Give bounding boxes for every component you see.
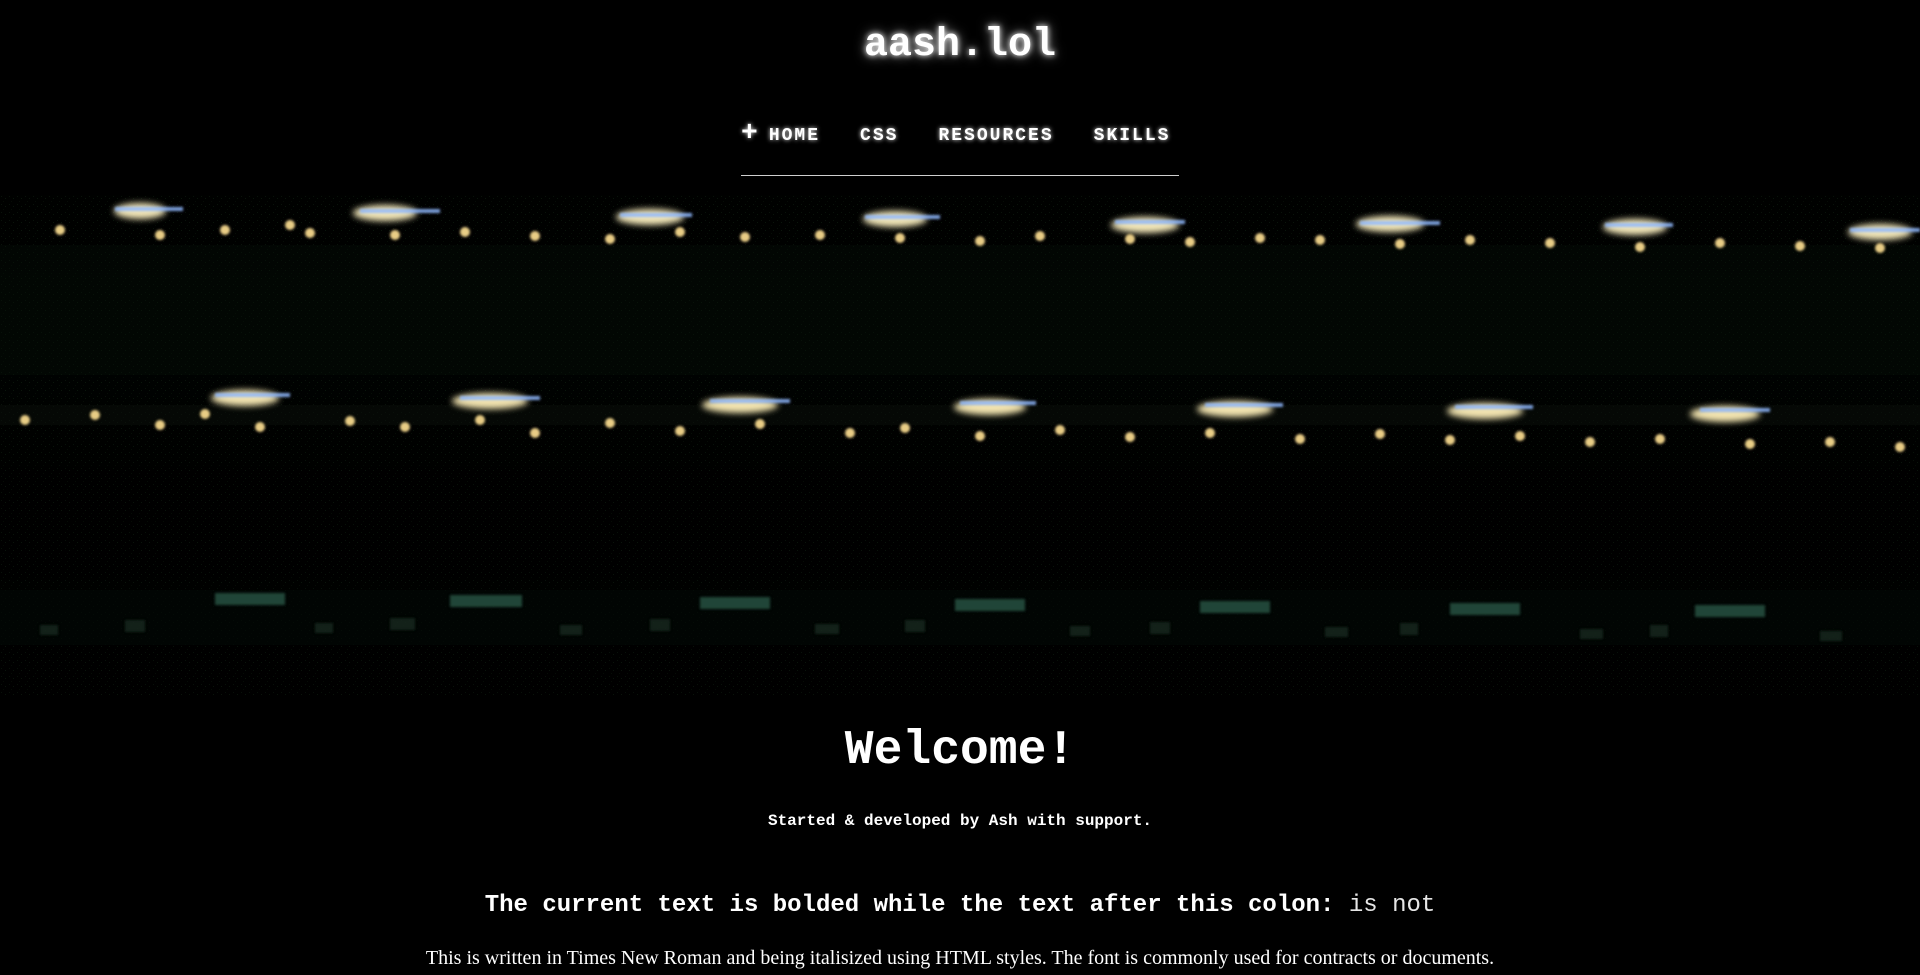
- navigation-divider: [741, 175, 1179, 176]
- city-lights-image: [0, 195, 1920, 695]
- nav-home-label: HOME: [768, 126, 821, 146]
- nav-css-link[interactable]: CSS: [860, 116, 898, 156]
- hero-image: [0, 195, 1920, 695]
- nav-resources-link[interactable]: RESOURCES: [938, 116, 1053, 156]
- nav-skills-link[interactable]: SKILLS: [1094, 116, 1171, 156]
- formatting-example: The current text is bolded while the tex…: [0, 889, 1920, 923]
- normal-example-text: is not: [1348, 892, 1436, 919]
- site-header: aash.lol + HOME CSS RESOURCES SKILLS: [0, 0, 1920, 190]
- welcome-heading: Welcome!: [844, 724, 1076, 778]
- site-title[interactable]: aash.lol: [0, 19, 1920, 73]
- navigation-links: + HOME CSS RESOURCES SKILLS: [741, 116, 1179, 156]
- welcome-content: Welcome! Started & developed by Ash with…: [0, 716, 1920, 975]
- webpage: aash.lol + HOME CSS RESOURCES SKILLS Wel…: [0, 0, 1920, 975]
- plus-icon: +: [741, 118, 758, 149]
- nav-home-link[interactable]: + HOME: [741, 116, 820, 156]
- serif-example-text: This is written in Times New Roman and b…: [425, 947, 1495, 969]
- site-credit-text: Started & developed by Ash with support.: [767, 812, 1153, 830]
- main-navigation: + HOME CSS RESOURCES SKILLS: [741, 116, 1179, 176]
- bold-example-text: The current text is bolded while the tex…: [484, 892, 1335, 919]
